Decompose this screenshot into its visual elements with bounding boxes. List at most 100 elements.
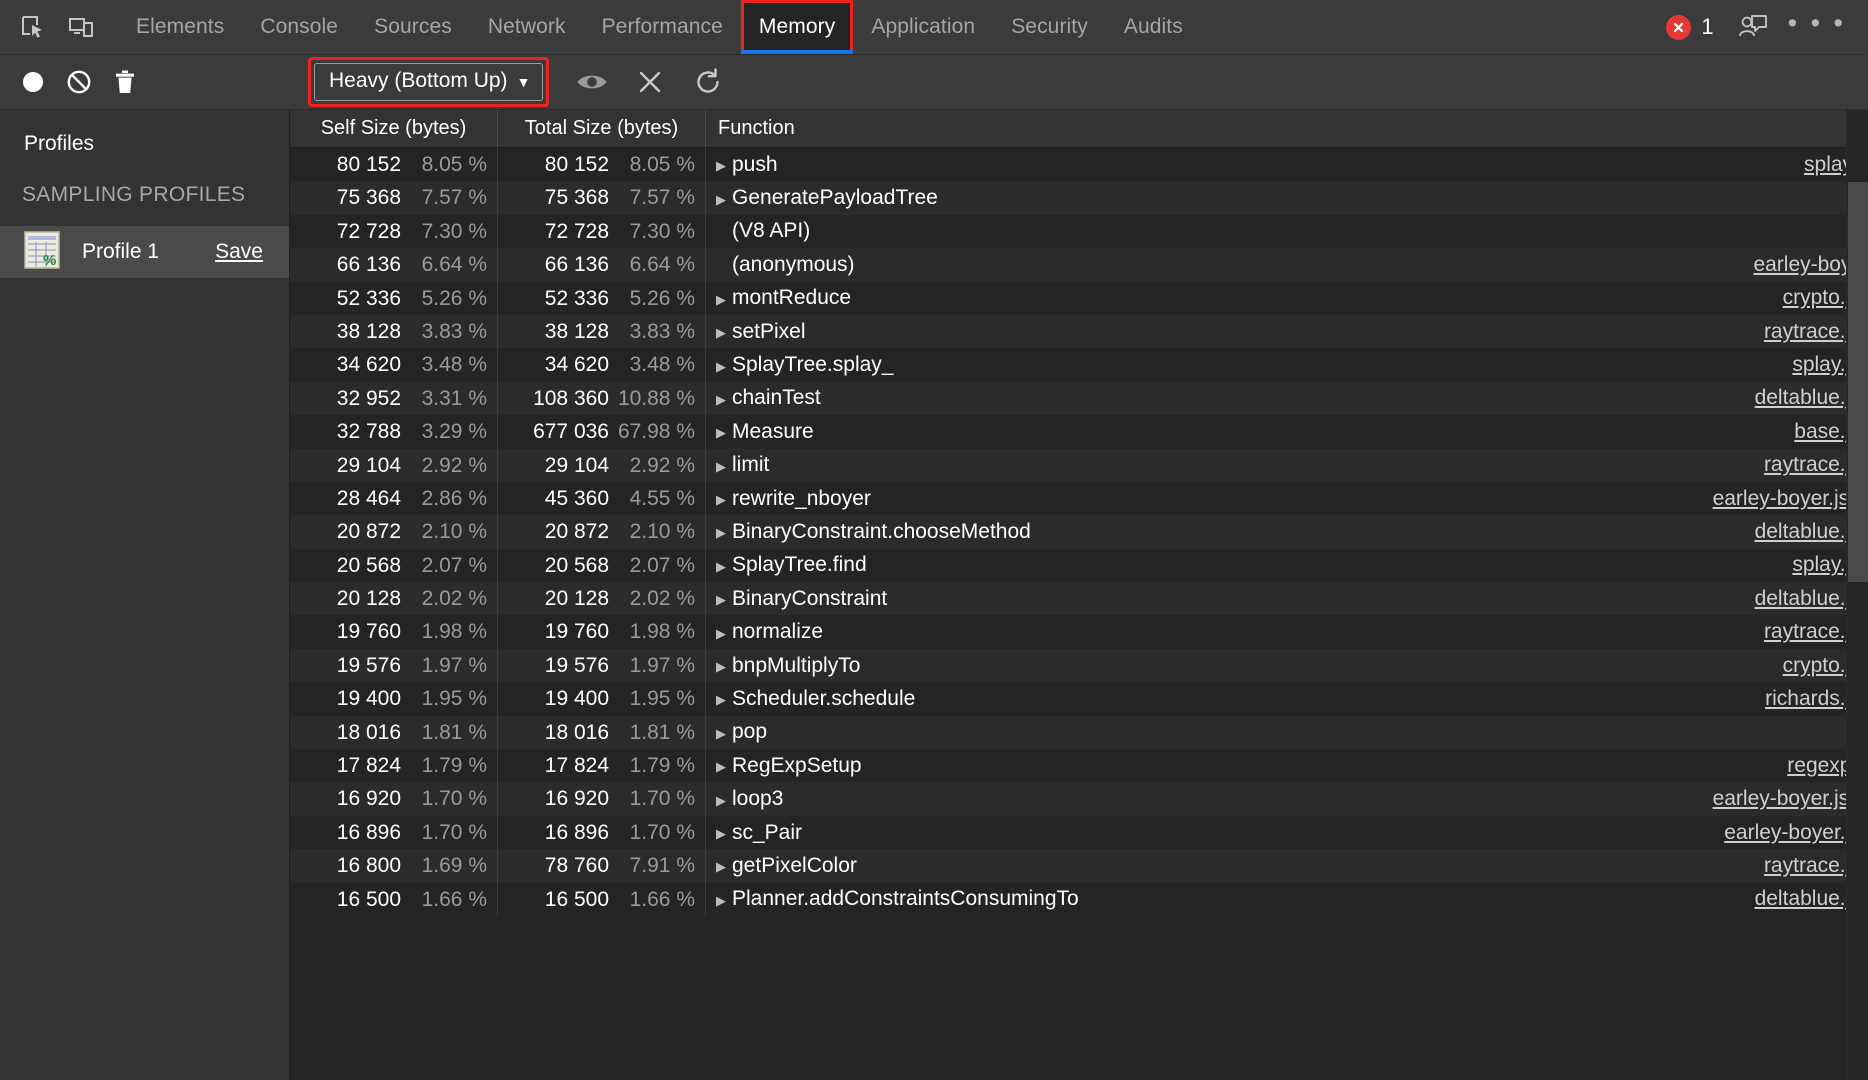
expand-triangle-icon[interactable]: ▶ <box>716 593 732 606</box>
self-size-percent: 6.64 % <box>421 253 487 277</box>
table-row[interactable]: 19 576 1.97 % 19 576 1.97 % ▶ bnpMultiplyTo cr… <box>290 648 1868 683</box>
table-row[interactable]: 20 128 2.02 % 20 128 2.02 % ▶ BinaryConstrain… <box>290 582 1868 616</box>
table-row[interactable]: 38 128 3.83 % 38 128 3.83 % ▶ setPixel raytrac… <box>290 314 1868 349</box>
expand-triangle-icon[interactable]: ▶ <box>716 493 732 506</box>
exclude-selected-function-icon[interactable] <box>627 59 673 105</box>
column-header-function[interactable]: Function <box>706 110 1868 147</box>
tab-elements[interactable]: Elements <box>118 0 242 54</box>
inspect-element-icon[interactable] <box>12 6 54 48</box>
source-link[interactable]: earley-boyer.js:428 <box>1713 787 1868 811</box>
restore-all-functions-icon[interactable] <box>685 59 731 105</box>
record-button[interactable] <box>10 59 56 105</box>
expand-triangle-icon[interactable]: ▶ <box>716 660 732 673</box>
table-row[interactable]: 16 896 1.70 % 16 896 1.70 % ▶ sc_Pair earley-b… <box>290 815 1868 850</box>
table-row[interactable]: 16 500 1.66 % 16 500 1.66 % ▶ Planner.addCons… <box>290 882 1868 916</box>
table-row[interactable]: 32 788 3.29 % 677 036 67.98 % ▶Measurebase.j… <box>290 415 1868 449</box>
tab-sources[interactable]: Sources <box>356 0 470 54</box>
expand-triangle-icon[interactable]: ▶ <box>716 393 732 406</box>
tab-audits[interactable]: Audits <box>1106 0 1201 54</box>
table-row[interactable]: 32 952 3.31 % 108 360 10.88 % ▶ chainTest delt… <box>290 381 1868 416</box>
table-row[interactable]: 20 872 2.10 % 20 872 2.10 % ▶ BinaryConstrain… <box>290 515 1868 549</box>
expand-triangle-icon[interactable]: ▶ <box>716 560 732 573</box>
self-size-value: 34 620 <box>336 353 401 377</box>
table-row[interactable]: 75 368 7.57 % 75 368 7.57 % ▶ GeneratePayload… <box>290 181 1868 215</box>
table-row[interactable]: 16 800 1.69 % 78 760 7.91 % ▶ getPixelColor ra… <box>290 849 1868 883</box>
function-name: Measure <box>732 419 814 443</box>
total-size-percent: 7.30 % <box>629 219 695 243</box>
table-row[interactable]: 28 464 2.86 % 45 360 4.55 % ▶ rewrite_nboyer e… <box>290 481 1868 516</box>
expand-triangle-icon[interactable]: ▶ <box>716 293 732 306</box>
focus-selected-function-icon[interactable] <box>569 59 615 105</box>
expand-triangle-icon[interactable]: ▶ <box>716 794 732 807</box>
table-vertical-scrollbar[interactable] <box>1846 110 1868 1080</box>
cell-function: ▶normalizeraytrace.js:23 <box>706 615 1868 648</box>
cell-total-size: 80 152 8.05 % <box>498 148 706 182</box>
table-row[interactable]: 16 920 1.70 % 16 920 1.70 % ▶ loop3 earley-boy… <box>290 782 1868 816</box>
clear-all-button[interactable] <box>56 59 102 105</box>
more-options-icon[interactable]: • • • <box>1778 9 1850 45</box>
sidebar-item-profile-1[interactable]: % Profile 1 Save <box>0 226 289 278</box>
expand-triangle-icon[interactable]: ▶ <box>716 827 732 840</box>
expand-triangle-icon[interactable]: ▶ <box>716 159 732 172</box>
table-row[interactable]: 20 568 2.07 % 20 568 2.07 % ▶ SplayTree.find s… <box>290 548 1868 583</box>
cell-self-size: 20 568 2.07 % <box>290 548 498 583</box>
expand-triangle-icon[interactable]: ▶ <box>716 860 732 873</box>
tab-network[interactable]: Network <box>470 0 584 54</box>
total-size-value: 20 128 <box>544 587 609 611</box>
cell-total-size: 108 360 10.88 % <box>498 381 706 416</box>
profile-table: Self Size (bytes) Total Size (bytes) Fun… <box>290 110 1868 1080</box>
cell-function: ▶loop3 earley-boyer.js:428 <box>706 782 1868 815</box>
self-size-percent: 2.07 % <box>421 553 487 577</box>
expand-triangle-icon[interactable]: ▶ <box>716 727 732 740</box>
expand-triangle-icon[interactable]: ▶ <box>716 460 732 473</box>
error-count-badge[interactable]: 1 <box>1666 14 1714 40</box>
expand-triangle-icon[interactable]: ▶ <box>716 426 732 439</box>
expand-triangle-icon[interactable]: ▶ <box>716 760 732 773</box>
view-mode-select[interactable]: Heavy (Bottom Up) ▼ <box>314 63 544 101</box>
self-size-percent: 7.30 % <box>421 219 487 243</box>
tab-security[interactable]: Security <box>993 0 1106 54</box>
self-size-value: 52 336 <box>336 286 401 310</box>
function-name: BinaryConstraint.chooseMethod <box>732 519 1031 543</box>
self-size-percent: 1.70 % <box>421 787 487 811</box>
feedback-person-icon[interactable] <box>1732 6 1774 48</box>
table-row[interactable]: 66 136 6.64 % 66 136 6.64 % ▶(anonymous)earl… <box>290 248 1868 282</box>
cell-self-size: 20 872 2.10 % <box>290 515 498 549</box>
table-row[interactable]: 19 760 1.98 % 19 760 1.98 % ▶ normalize raytra… <box>290 615 1868 649</box>
self-size-value: 32 788 <box>336 420 401 444</box>
table-row[interactable]: 18 016 1.81 % 18 016 1.81 % ▶ pop <box>290 715 1868 750</box>
expand-triangle-icon[interactable]: ▶ <box>716 627 732 640</box>
expand-triangle-icon[interactable]: ▶ <box>716 894 732 907</box>
expand-triangle-icon[interactable]: ▶ <box>716 526 732 539</box>
scrollbar-thumb[interactable] <box>1848 182 1868 582</box>
table-row[interactable]: 19 400 1.95 % 19 400 1.95 % ▶ Scheduler.sched… <box>290 682 1868 716</box>
tab-performance[interactable]: Performance <box>584 0 741 54</box>
self-size-percent: 3.83 % <box>421 319 487 343</box>
total-size-percent: 1.66 % <box>629 887 695 911</box>
expand-triangle-icon[interactable]: ▶ <box>716 326 732 339</box>
cell-total-size: 16 920 1.70 % <box>498 782 706 816</box>
total-size-value: 45 360 <box>544 486 609 510</box>
function-name: getPixelColor <box>732 853 857 877</box>
table-row[interactable]: 72 728 7.30 % 72 728 7.30 % ▶(V8 API) <box>290 214 1868 249</box>
device-toolbar-icon[interactable] <box>60 6 102 48</box>
cell-total-size: 20 568 2.07 % <box>498 548 706 583</box>
table-row[interactable]: 34 620 3.48 % 34 620 3.48 % ▶ SplayTree.splay… <box>290 348 1868 382</box>
total-size-value: 19 576 <box>544 653 609 677</box>
column-header-self-size[interactable]: Self Size (bytes) <box>290 110 498 147</box>
tab-memory[interactable]: Memory <box>740 0 854 54</box>
save-profile-link[interactable]: Save <box>215 240 263 264</box>
column-header-total-size[interactable]: Total Size (bytes) <box>498 110 706 147</box>
expand-triangle-icon[interactable]: ▶ <box>716 360 732 373</box>
expand-triangle-icon[interactable]: ▶ <box>716 193 732 206</box>
expand-triangle-icon[interactable]: ▶ <box>716 693 732 706</box>
tab-console[interactable]: Console <box>242 0 356 54</box>
table-row[interactable]: 52 336 5.26 % 52 336 5.26 % ▶ montReduce crypt… <box>290 281 1868 315</box>
tab-application[interactable]: Application <box>853 0 993 54</box>
delete-profile-button[interactable] <box>102 59 148 105</box>
table-row[interactable]: 29 104 2.92 % 29 104 2.92 % ▶ limit raytrace.j… <box>290 448 1868 482</box>
table-row[interactable]: 80 152 8.05 % 80 152 8.05 % ▶pushsplay.js:4 <box>290 148 1868 182</box>
source-link[interactable]: earley-boyer.js:360 <box>1713 487 1868 511</box>
cell-total-size: 19 400 1.95 % <box>498 682 706 716</box>
table-row[interactable]: 17 824 1.79 % 17 824 1.79 % ▶ RegExpSetup rege… <box>290 749 1868 783</box>
